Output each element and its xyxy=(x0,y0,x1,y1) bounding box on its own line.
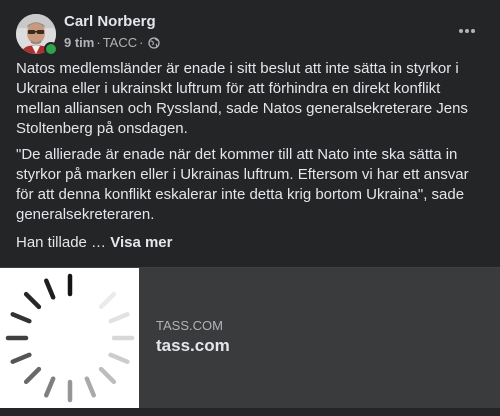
link-preview-card[interactable]: TASS.COM tass.com xyxy=(0,267,500,409)
facebook-post: Carl Norberg 9 tim · TACC · Natos medlem… xyxy=(0,0,500,416)
post-paragraph: "De allierade är enade när det kommer ti… xyxy=(16,146,469,223)
post-header: Carl Norberg 9 tim · TACC · xyxy=(16,12,484,56)
post-body: Natos medlemsländer är enade i sitt besl… xyxy=(16,59,484,259)
post-source: TACC xyxy=(102,35,138,50)
post-paragraph: Natos medlemsländer är enade i sitt besl… xyxy=(16,60,468,137)
globe-icon[interactable] xyxy=(148,36,161,49)
online-status-indicator xyxy=(44,42,58,56)
meta-separator: · xyxy=(96,35,101,50)
author-name[interactable]: Carl Norberg xyxy=(64,13,156,30)
link-title[interactable]: tass.com xyxy=(156,336,230,356)
see-more-link[interactable]: Visa mer xyxy=(110,234,172,251)
post-truncated-line: Han tillade … Visa mer xyxy=(16,233,484,253)
link-thumbnail xyxy=(0,268,139,408)
more-horizontal-icon xyxy=(459,29,475,33)
truncated-text: Han tillade … xyxy=(16,234,111,251)
post-meta: 9 tim · TACC · xyxy=(64,35,161,50)
post-time[interactable]: 9 tim xyxy=(64,35,94,50)
more-options-button[interactable] xyxy=(454,18,480,44)
link-domain: TASS.COM xyxy=(156,318,223,333)
post-bottom-divider xyxy=(0,408,500,416)
meta-separator: · xyxy=(139,35,144,50)
loading-spinner-icon xyxy=(5,273,135,403)
